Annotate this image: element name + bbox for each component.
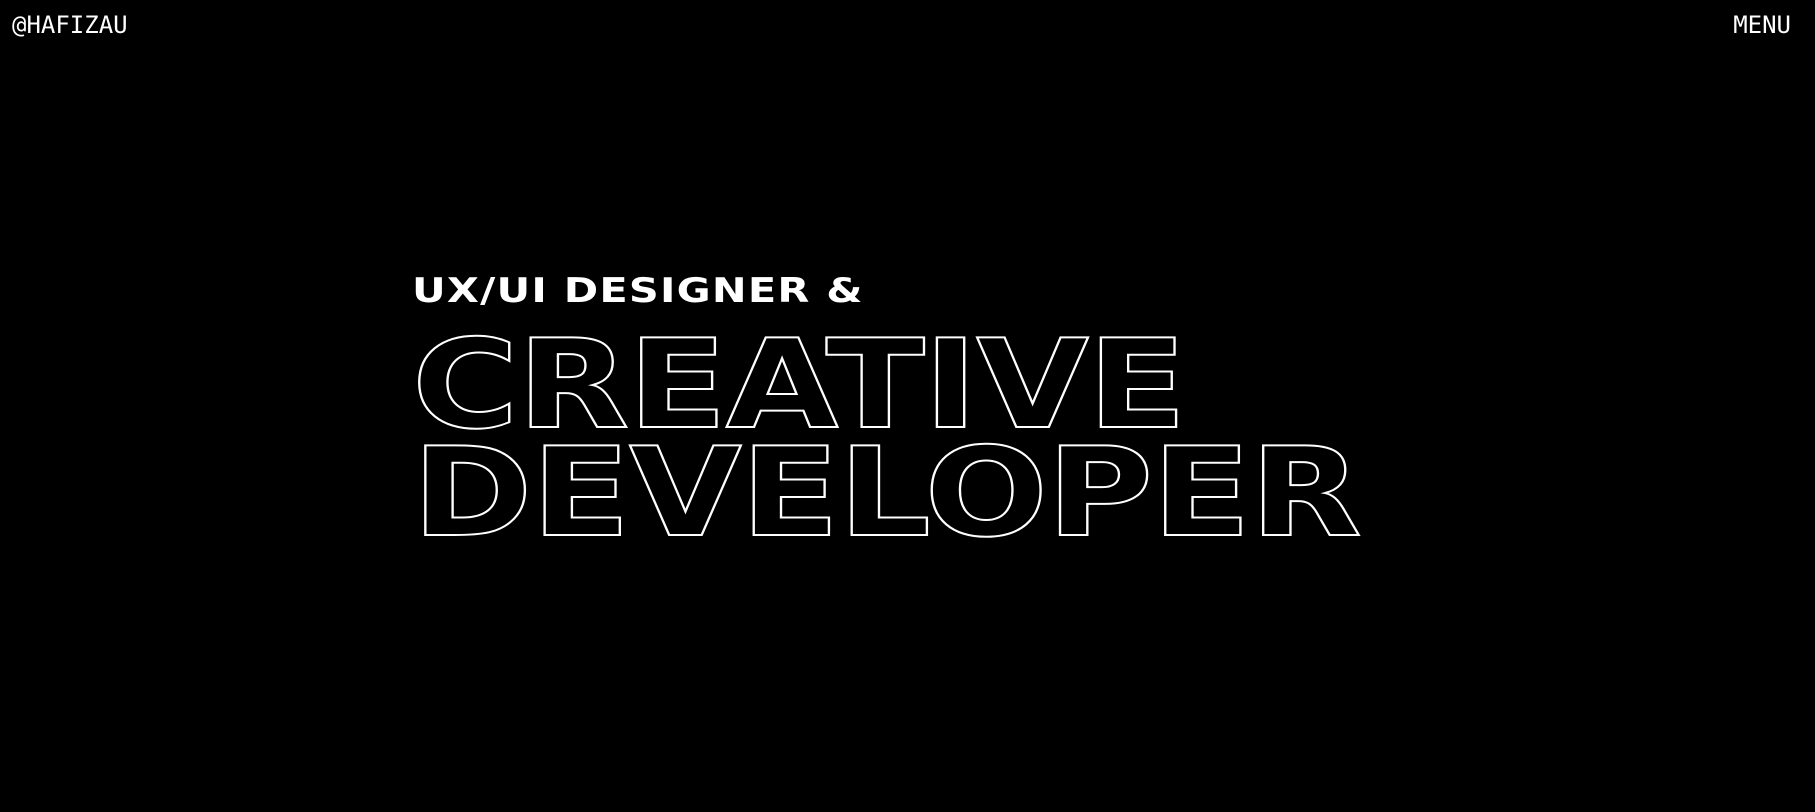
hero-subtitle: UX/UI DESIGNER & (412, 271, 864, 311)
page: @HAFIZAU MENU UX/UI DESIGNER & CREATIVE … (0, 0, 1815, 812)
hero-section: UX/UI DESIGNER & CREATIVE DEVELOPER (411, 268, 1363, 556)
menu-button[interactable]: MENU (1733, 10, 1791, 40)
brand-link[interactable]: @HAFIZAU (12, 10, 128, 40)
hero-title-line-developer: DEVELOPER (411, 422, 1363, 565)
hero-title: CREATIVE DEVELOPER (411, 323, 1363, 556)
